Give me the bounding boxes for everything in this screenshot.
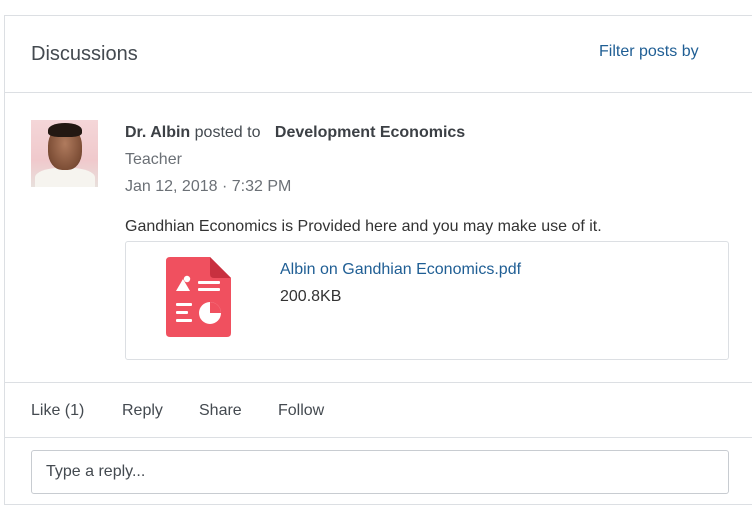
post-actions-bar: Like (1) Reply Share Follow	[5, 382, 752, 438]
discussions-header: Discussions Filter posts by	[5, 16, 752, 93]
like-button[interactable]: Like (1)	[31, 402, 84, 420]
post-meta: Dr. Albin posted to Development Economic…	[125, 124, 465, 142]
share-button[interactable]: Share	[199, 402, 242, 420]
page-title: Discussions	[31, 43, 138, 65]
posted-to-text: posted to	[194, 124, 261, 141]
discussion-card: Discussions Filter posts by Dr. Albin po…	[4, 15, 752, 505]
follow-button[interactable]: Follow	[278, 402, 324, 420]
attachment-file-name[interactable]: Albin on Gandhian Economics.pdf	[280, 261, 521, 279]
author-name[interactable]: Dr. Albin	[125, 124, 190, 141]
reply-button[interactable]: Reply	[122, 402, 163, 420]
attachment-file-size: 200.8KB	[280, 288, 342, 305]
filter-posts-link[interactable]: Filter posts by	[599, 43, 699, 61]
post-body: Gandhian Economics is Provided here and …	[125, 218, 602, 235]
author-avatar[interactable]	[31, 120, 98, 187]
reply-input[interactable]	[31, 450, 729, 494]
attachment-card[interactable]: Albin on Gandhian Economics.pdf 200.8KB	[125, 241, 729, 360]
pdf-file-icon[interactable]	[166, 257, 231, 337]
author-role: Teacher	[125, 151, 182, 168]
course-name[interactable]: Development Economics	[275, 124, 465, 141]
post-timestamp: Jan 12, 2018 · 7:32 PM	[125, 178, 292, 195]
